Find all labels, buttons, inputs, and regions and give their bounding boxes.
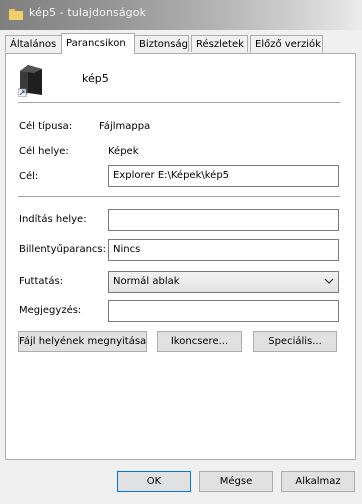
start-in-label: Indítás helye:	[19, 214, 87, 225]
start-in-field[interactable]	[108, 209, 339, 231]
target-location-label: Cél helye:	[19, 146, 69, 157]
cancel-button[interactable]: Mégse	[199, 471, 273, 492]
divider	[18, 196, 340, 197]
tab-general[interactable]: Általános	[5, 35, 62, 52]
advanced-button[interactable]: Speciális...	[253, 331, 337, 352]
target-type-value: Fájlmappa	[99, 121, 151, 132]
tab-security[interactable]: Biztonság	[134, 35, 189, 52]
change-icon-button[interactable]: Ikoncsere...	[157, 331, 242, 352]
tab-shortcut[interactable]: Parancsikon	[61, 33, 135, 54]
target-field[interactable]: Explorer E:\Képek\kép5	[108, 165, 339, 187]
run-select-value: Normál ablak	[113, 276, 180, 287]
folder-icon	[9, 9, 23, 20]
properties-window: kép5 - tulajdonságok Általános Parancsik…	[0, 0, 362, 504]
ok-button[interactable]: OK	[117, 471, 191, 492]
apply-button[interactable]: Alkalmaz	[281, 471, 355, 492]
run-label: Futtatás:	[19, 276, 64, 287]
divider	[18, 102, 340, 103]
shortcut-name: kép5	[82, 72, 109, 85]
window-title: kép5 - tulajdonságok	[29, 6, 147, 19]
open-file-location-button[interactable]: Fájl helyének megnyitása	[18, 331, 147, 352]
target-type-label: Cél típusa:	[19, 121, 73, 132]
target-label: Cél:	[19, 171, 39, 182]
comment-field[interactable]	[108, 300, 339, 322]
tab-details[interactable]: Részletek	[191, 35, 248, 52]
tab-previous-versions[interactable]: Előző verziók	[250, 35, 323, 52]
hotkey-field[interactable]: Nincs	[108, 239, 339, 261]
hotkey-label: Billentyűparancs:	[19, 244, 106, 255]
run-select[interactable]: Normál ablak	[108, 271, 339, 293]
target-location-value: Képek	[108, 146, 139, 157]
comment-label: Megjegyzés:	[19, 305, 82, 316]
folder-icon	[18, 65, 42, 97]
title-bar[interactable]: kép5 - tulajdonságok	[0, 0, 362, 30]
chevron-down-icon	[324, 278, 334, 284]
